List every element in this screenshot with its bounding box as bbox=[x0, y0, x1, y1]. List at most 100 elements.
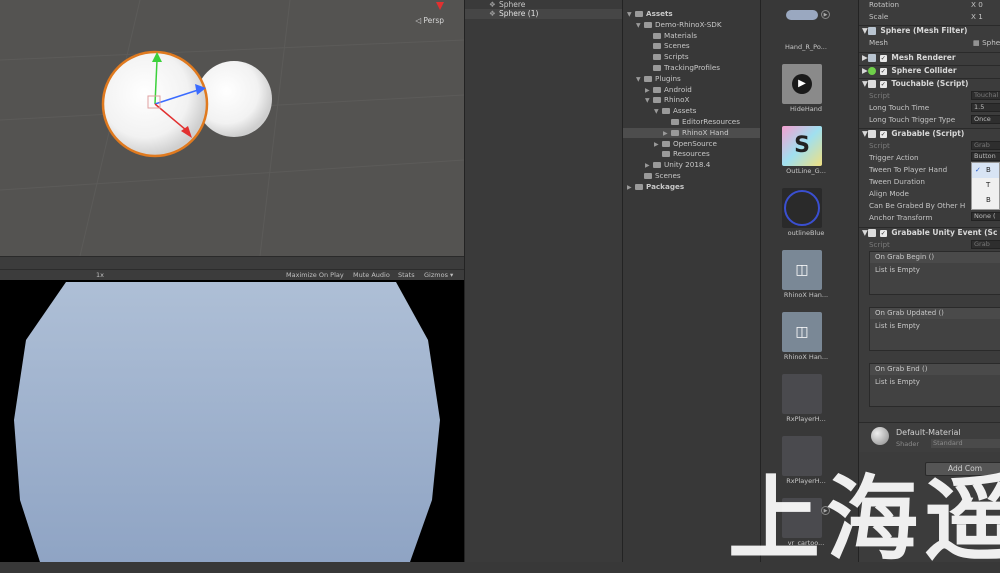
project-folder-item[interactable]: ▶ Packages bbox=[627, 182, 684, 192]
project-folder-item[interactable]: Resources bbox=[654, 149, 710, 159]
on-grab-end-event[interactable]: On Grab End () List is Empty bbox=[869, 363, 1000, 407]
grabable-script-field: Grab bbox=[971, 141, 1000, 150]
material-section[interactable]: Default-Material Shader Standard bbox=[859, 422, 1000, 452]
trigger-action-dropdown[interactable]: ✓ B T B bbox=[971, 162, 1000, 210]
folder-label: Scripts bbox=[664, 52, 689, 62]
project-folder-item[interactable]: ▼ Assets bbox=[654, 106, 696, 116]
folder-label: TrackingProfiles bbox=[664, 63, 721, 72]
dropdown-option[interactable]: ✓ B bbox=[972, 163, 999, 178]
script-label: Script bbox=[869, 240, 890, 249]
script-label: Script bbox=[869, 91, 890, 100]
asset-thumbnail[interactable] bbox=[782, 374, 822, 414]
rotation-x-field[interactable]: X 0 bbox=[971, 0, 983, 10]
on-grab-updated-event[interactable]: On Grab Updated () List is Empty bbox=[869, 307, 1000, 351]
expand-arrow-icon[interactable]: ▼ bbox=[627, 11, 635, 18]
persp-label[interactable]: ◁ Persp bbox=[415, 16, 444, 25]
expand-arrow-icon[interactable]: ▶ bbox=[654, 141, 662, 148]
scale-label[interactable]: 1x bbox=[96, 271, 104, 279]
folder-icon bbox=[671, 119, 679, 125]
project-folder-item[interactable]: ▼ Plugins bbox=[636, 74, 681, 84]
asset-thumbnail[interactable]: S bbox=[782, 126, 822, 166]
asset-thumbnail[interactable]: ▶ bbox=[782, 64, 822, 104]
enabled-checkbox[interactable]: ✓ bbox=[879, 80, 887, 88]
long-touch-trigger-select[interactable]: Once bbox=[971, 115, 1000, 124]
asset-thumbnail[interactable]: ◫ bbox=[782, 250, 822, 290]
component-title: Mesh Renderer bbox=[891, 53, 956, 62]
hierarchy-item-sphere-1[interactable]: ❖ Sphere (1) bbox=[465, 9, 623, 19]
asset-label: RhinoX Han... bbox=[783, 291, 829, 299]
scale-x-field[interactable]: X 1 bbox=[971, 12, 983, 22]
game-view[interactable] bbox=[0, 280, 464, 562]
sphere-closeup bbox=[14, 282, 440, 562]
mesh-renderer-header[interactable]: ▶ ✓ Mesh Renderer bbox=[859, 52, 1000, 64]
shader-select[interactable]: Standard bbox=[931, 439, 1000, 448]
expand-icon[interactable]: ▶ bbox=[821, 10, 830, 19]
touchable-script-field: Touchal bbox=[971, 91, 1000, 100]
expand-arrow-icon[interactable]: ▼ bbox=[636, 76, 644, 83]
expand-arrow-icon[interactable]: ▶ bbox=[663, 130, 671, 137]
mesh-filter-header[interactable]: ▼ Sphere (Mesh Filter) bbox=[859, 25, 1000, 37]
maximize-on-play-button[interactable]: Maximize On Play bbox=[286, 271, 344, 279]
scene-view[interactable]: ◁ Persp bbox=[0, 0, 464, 256]
can-be-grabbed-label: Can Be Grabed By Other H bbox=[869, 201, 966, 210]
folder-icon bbox=[653, 65, 661, 71]
expand-arrow-icon[interactable]: ▶ bbox=[645, 162, 653, 169]
event-title: On Grab Updated () bbox=[870, 308, 1000, 319]
anchor-transform-field[interactable]: None ( bbox=[971, 212, 1000, 221]
folder-icon bbox=[653, 97, 661, 104]
folder-icon bbox=[662, 140, 670, 147]
asset-label: HideHand bbox=[790, 105, 822, 113]
folder-icon bbox=[653, 32, 661, 39]
grabable-event-header[interactable]: ▼ ✓ Grabable Unity Event (Sc bbox=[859, 227, 1000, 239]
project-folder-item[interactable]: ▼ Assets bbox=[627, 9, 673, 19]
project-folder-item[interactable]: Scenes bbox=[636, 171, 681, 181]
project-folder-item[interactable]: ▼ RhinoX bbox=[645, 95, 689, 105]
project-folder-item[interactable]: Scripts bbox=[645, 52, 689, 62]
asset-thumbnail[interactable]: ◫ bbox=[782, 312, 822, 352]
project-folder-item[interactable]: Materials bbox=[645, 31, 697, 41]
dropdown-option[interactable]: T bbox=[972, 178, 999, 193]
expand-arrow-icon[interactable]: ▼ bbox=[654, 108, 662, 115]
tween-to-player-hand-label: Tween To Player Hand bbox=[869, 165, 948, 174]
touchable-header[interactable]: ▼ ✓ Touchable (Script) bbox=[859, 78, 1000, 90]
grabable-header[interactable]: ▼ ✓ Grabable (Script) bbox=[859, 128, 1000, 140]
mesh-field[interactable]: ▦ Sphere bbox=[973, 38, 1000, 48]
asset-thumbnail[interactable] bbox=[782, 188, 822, 228]
dropdown-option[interactable]: B bbox=[972, 193, 999, 208]
gizmos-button[interactable]: Gizmos ▾ bbox=[424, 271, 453, 279]
enabled-checkbox[interactable]: ✓ bbox=[879, 130, 887, 138]
project-folder-item[interactable]: ▼ Demo-RhinoX-SDK bbox=[636, 20, 722, 30]
sphere-collider-header[interactable]: ▶ ✓ Sphere Collider bbox=[859, 65, 1000, 77]
folder-icon bbox=[644, 75, 652, 82]
enabled-checkbox[interactable]: ✓ bbox=[879, 229, 887, 237]
long-touch-time-field[interactable]: 1.5 bbox=[971, 103, 1000, 112]
expand-arrow-icon[interactable]: ▶ bbox=[645, 87, 653, 94]
enabled-checkbox[interactable]: ✓ bbox=[879, 54, 887, 62]
project-folder-item[interactable]: Scenes bbox=[645, 41, 690, 51]
folder-label: Resources bbox=[673, 149, 710, 159]
project-folder-item[interactable]: TrackingProfiles bbox=[645, 63, 720, 73]
project-folder-item[interactable]: ▶ Unity 2018.4 bbox=[645, 160, 710, 170]
asset-thumbnail[interactable] bbox=[782, 2, 822, 42]
project-folder-item[interactable]: ▶ OpenSource bbox=[654, 139, 717, 149]
expand-arrow-icon[interactable]: ▼ bbox=[636, 22, 644, 29]
play-icon: ▶ bbox=[792, 74, 812, 94]
expand-arrow-icon[interactable]: ▼ bbox=[645, 97, 653, 104]
trigger-action-select[interactable]: Button bbox=[971, 152, 1000, 161]
expand-arrow-icon[interactable]: ▶ bbox=[627, 184, 635, 191]
long-touch-time-label: Long Touch Time bbox=[869, 103, 930, 112]
stats-button[interactable]: Stats bbox=[398, 271, 415, 279]
folder-label: Scenes bbox=[655, 171, 681, 180]
enabled-checkbox[interactable]: ✓ bbox=[879, 67, 887, 75]
project-folder-item[interactable]: ▶ RhinoX Hand bbox=[623, 127, 761, 138]
long-touch-trigger-label: Long Touch Trigger Type bbox=[869, 115, 956, 124]
shader-icon: S bbox=[794, 133, 810, 158]
project-folder-item[interactable]: ▶ Android bbox=[645, 85, 692, 95]
project-folder-item[interactable]: EditorResources bbox=[663, 117, 740, 127]
folder-label: RhinoX Hand bbox=[682, 127, 729, 137]
on-grab-begin-event[interactable]: On Grab Begin () List is Empty bbox=[869, 251, 1000, 295]
folder-icon bbox=[653, 54, 661, 61]
mute-audio-button[interactable]: Mute Audio bbox=[353, 271, 390, 279]
component-title: Sphere Collider bbox=[891, 66, 957, 75]
folder-label: OpenSource bbox=[673, 138, 717, 148]
